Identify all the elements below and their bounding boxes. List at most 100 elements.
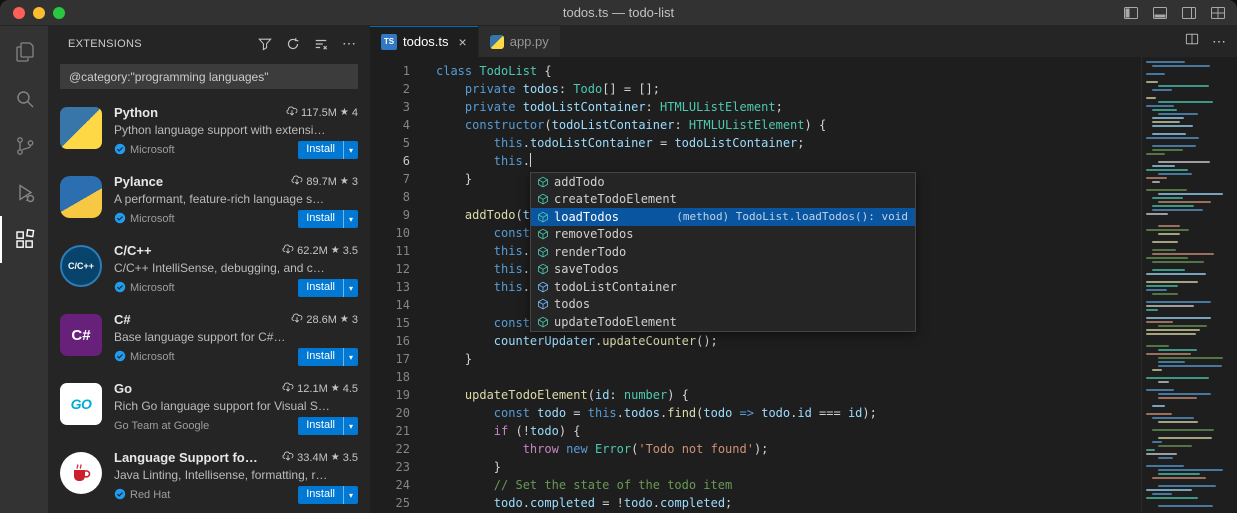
install-button-label: Install — [298, 279, 343, 297]
code-line[interactable]: 25 todo.completed = !todo.completed; — [370, 494, 1141, 512]
install-button-label: Install — [298, 417, 343, 435]
minimap[interactable] — [1141, 57, 1237, 513]
extension-list-item[interactable]: C/C++C/C++62.2M★3.5C/C++ IntelliSense, d… — [48, 234, 370, 303]
extension-list-item[interactable]: Pylance89.7M★3A performant, feature-rich… — [48, 165, 370, 234]
activity-bar-run-debug-icon[interactable] — [0, 169, 48, 216]
tab-app-py[interactable]: app.py — [479, 26, 561, 57]
code-line[interactable]: 18 — [370, 368, 1141, 386]
filter-icon[interactable] — [256, 35, 274, 53]
suggest-item[interactable]: renderTodo — [531, 243, 915, 261]
tab-todos-ts[interactable]: TStodos.ts× — [370, 26, 479, 57]
code-line[interactable]: 2 private todos: Todo[] = []; — [370, 80, 1141, 98]
extension-details: C/C++62.2M★3.5C/C++ IntelliSense, debugg… — [114, 243, 358, 297]
code-line[interactable]: 1class TodoList { — [370, 62, 1141, 80]
method-symbol-icon — [535, 210, 551, 224]
toggle-primary-sidebar-icon[interactable] — [1122, 4, 1140, 22]
code-line[interactable]: 24 // Set the state of the todo item — [370, 476, 1141, 494]
extension-list-item[interactable]: GOGo12.1M★4.5Rich Go language support fo… — [48, 372, 370, 441]
code-line[interactable]: 4 constructor(todoListContainer: HTMLULi… — [370, 116, 1141, 134]
suggest-item[interactable]: todos — [531, 296, 915, 314]
customize-layout-icon[interactable] — [1209, 4, 1227, 22]
verified-publisher-icon — [114, 350, 126, 365]
more-actions-icon[interactable]: ⋯ — [1212, 33, 1227, 50]
extension-stats: 89.7M★3 — [285, 174, 358, 189]
rating-value: 4.5 — [343, 383, 358, 395]
install-dropdown-icon[interactable]: ▾ — [343, 141, 358, 159]
toggle-secondary-sidebar-icon[interactable] — [1180, 4, 1198, 22]
extension-description: Base language support for C#… — [114, 330, 358, 344]
extension-search-input[interactable] — [60, 64, 358, 89]
code-line[interactable]: 21 if (!todo) { — [370, 422, 1141, 440]
extension-list-item[interactable]: C#C#28.6M★3Base language support for C#…… — [48, 303, 370, 372]
extension-list-item[interactable]: Python117.5M★4Python language support wi… — [48, 96, 370, 165]
code-line[interactable]: 22 throw new Error('Todo not found'); — [370, 440, 1141, 458]
rating-value: 3 — [352, 314, 358, 326]
code-text: if (!todo) { — [436, 422, 581, 440]
install-button[interactable]: Install▾ — [298, 348, 358, 366]
extension-publisher: Microsoft — [114, 212, 175, 227]
suggest-item[interactable]: createTodoElement — [531, 191, 915, 209]
download-count: 62.2M — [297, 245, 328, 257]
sidebar-header-actions: ⋯ — [256, 35, 358, 53]
extension-list-item[interactable]: Language Support fo…33.4M★3.5Java Lintin… — [48, 441, 370, 510]
toggle-panel-icon[interactable] — [1151, 4, 1169, 22]
code-line[interactable]: 3 private todoListContainer: HTMLUListEl… — [370, 98, 1141, 116]
activity-bar-explorer-icon[interactable] — [0, 28, 48, 75]
extensions-list: Python117.5M★4Python language support wi… — [48, 96, 370, 513]
install-button[interactable]: Install▾ — [298, 417, 358, 435]
install-button[interactable]: Install▾ — [298, 486, 358, 504]
close-tab-icon[interactable]: × — [459, 35, 467, 49]
extension-footer-row: MicrosoftInstall▾ — [114, 348, 358, 366]
more-actions-icon[interactable]: ⋯ — [340, 35, 358, 53]
split-editor-icon[interactable] — [1185, 32, 1199, 51]
suggest-item[interactable]: addTodo — [531, 173, 915, 191]
install-button[interactable]: Install▾ — [298, 141, 358, 159]
tab-label: app.py — [510, 34, 549, 49]
line-number: 21 — [370, 422, 410, 440]
clear-extension-search-icon[interactable] — [312, 35, 330, 53]
activity-bar-search-icon[interactable] — [0, 75, 48, 122]
code-line[interactable]: 23 } — [370, 458, 1141, 476]
code-line[interactable]: 5 this.todoListContainer = todoListConta… — [370, 134, 1141, 152]
extension-name: Python — [114, 105, 158, 120]
activity-bar-extensions-icon[interactable] — [0, 216, 48, 263]
install-dropdown-icon[interactable]: ▾ — [343, 279, 358, 297]
extension-details: Language Support fo…33.4M★3.5Java Lintin… — [114, 450, 358, 504]
install-button[interactable]: Install▾ — [298, 210, 358, 228]
install-dropdown-icon[interactable]: ▾ — [343, 417, 358, 435]
activity-bar-source-control-icon[interactable] — [0, 122, 48, 169]
line-number: 25 — [370, 494, 410, 512]
star-icon: ★ — [340, 314, 349, 325]
line-number: 24 — [370, 476, 410, 494]
install-dropdown-icon[interactable]: ▾ — [343, 348, 358, 366]
suggest-item-detail: (method) TodoList.loadTodos(): void — [676, 210, 911, 223]
publisher-name: Microsoft — [130, 144, 175, 156]
install-dropdown-icon[interactable]: ▾ — [343, 486, 358, 504]
close-window-button[interactable] — [13, 7, 25, 19]
suggest-item[interactable]: updateTodoElement — [531, 313, 915, 331]
zoom-window-button[interactable] — [53, 7, 65, 19]
minimize-window-button[interactable] — [33, 7, 45, 19]
extension-title-row: Python117.5M★4 — [114, 105, 358, 120]
extension-stats: 28.6M★3 — [285, 312, 358, 327]
install-dropdown-icon[interactable]: ▾ — [343, 210, 358, 228]
line-number: 14 — [370, 296, 410, 314]
code-line[interactable]: 6 this. — [370, 152, 1141, 170]
publisher-name: Red Hat — [130, 489, 170, 501]
suggest-item[interactable]: removeTodos — [531, 226, 915, 244]
code-line[interactable]: 20 const todo = this.todos.find(todo => … — [370, 404, 1141, 422]
refresh-icon[interactable] — [284, 35, 302, 53]
line-number: 15 — [370, 314, 410, 332]
code-line[interactable]: 17 } — [370, 350, 1141, 368]
install-button[interactable]: Install▾ — [298, 279, 358, 297]
suggest-item-label: updateTodoElement — [554, 315, 677, 329]
suggest-item[interactable]: saveTodos — [531, 261, 915, 279]
verified-publisher-icon — [114, 143, 126, 158]
suggest-item[interactable]: todoListContainer — [531, 278, 915, 296]
code-line[interactable]: 19 updateTodoElement(id: number) { — [370, 386, 1141, 404]
field-symbol-icon — [535, 280, 551, 294]
rating-value: 3 — [352, 176, 358, 188]
suggest-item[interactable]: loadTodos(method) TodoList.loadTodos(): … — [531, 208, 915, 226]
code-line[interactable]: 16 counterUpdater.updateCounter(); — [370, 332, 1141, 350]
line-number: 3 — [370, 98, 410, 116]
